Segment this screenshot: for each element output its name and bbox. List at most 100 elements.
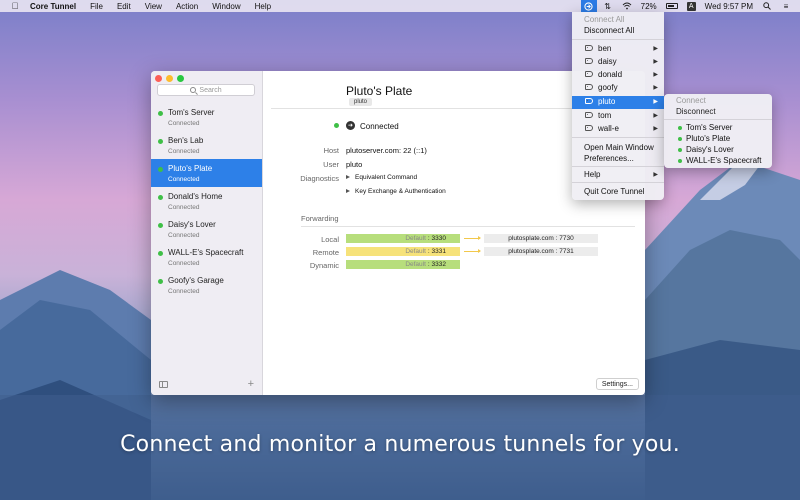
menu-disconnect-all[interactable]: Disconnect All [584, 26, 634, 35]
port-default-text: Default [405, 261, 426, 268]
server-item-toms-server[interactable]: Tom's Server Connected [151, 103, 262, 131]
user-value: pluto [346, 160, 363, 169]
core-tunnel-tray-icon[interactable] [580, 0, 597, 12]
divider [301, 226, 635, 227]
toggle-sidebar-icon[interactable] [159, 381, 168, 388]
menu-tag-tom[interactable]: tom [598, 111, 611, 120]
key-exchange-label: Key Exchange & Authentication [355, 188, 446, 195]
server-status: Connected [168, 204, 200, 211]
server-status: Connected [168, 148, 200, 155]
tag-icon [585, 71, 593, 77]
remote-endpoint-field[interactable]: plutosplate.com : 7731 [484, 247, 598, 256]
menu-preferences[interactable]: Preferences... [584, 154, 634, 163]
server-item-donalds-home[interactable]: Donald's Home Connected [151, 187, 262, 215]
menu-help[interactable]: Help [255, 2, 271, 11]
menu-connect-all[interactable]: Connect All [584, 15, 624, 24]
submenu-server-toms-server[interactable]: Tom's Server [686, 123, 732, 132]
server-item-wall-e-spacecraft[interactable]: WALL-E's Spacecraft Connected [151, 243, 262, 271]
menu-file[interactable]: File [90, 2, 103, 11]
battery-icon[interactable] [665, 3, 678, 9]
submenu-disconnect[interactable]: Disconnect [676, 107, 716, 116]
menu-tag-ben[interactable]: ben [598, 44, 611, 53]
apple-icon[interactable]:  [10, 1, 20, 11]
server-item-daisys-lover[interactable]: Daisy's Lover Connected [151, 215, 262, 243]
search-placeholder: Search [199, 86, 222, 94]
submenu-connect[interactable]: Connect [676, 96, 706, 105]
menu-tag-pluto[interactable]: pluto [598, 97, 615, 106]
menu-action[interactable]: Action [176, 2, 198, 11]
connection-status: Connected [360, 122, 399, 131]
equivalent-command-disclosure[interactable]: Equivalent Command [346, 174, 417, 181]
forward-row-label-local: Local [321, 235, 339, 244]
menu-edit[interactable]: Edit [117, 2, 131, 11]
status-dot-icon [158, 251, 163, 256]
clock[interactable]: Wed 9:57 PM [705, 2, 753, 11]
server-title: Pluto's Plate [346, 84, 413, 98]
status-dot-icon [158, 223, 163, 228]
input-source-icon[interactable]: A [686, 1, 696, 11]
submenu-arrow-icon: ▶ [653, 46, 658, 52]
server-list: Tom's Server Connected Ben's Lab Connect… [151, 103, 262, 299]
equivalent-command-label: Equivalent Command [355, 174, 418, 181]
local-port-field[interactable]: Default: 3330 [346, 234, 460, 243]
status-dot-icon [158, 167, 163, 172]
menu-separator [572, 137, 664, 138]
menu-help-item[interactable]: Help [584, 170, 600, 179]
search-input[interactable]: Search [157, 84, 255, 96]
server-tag-badge: pluto [349, 98, 373, 106]
submenu-arrow-icon: ▶ [653, 59, 658, 65]
host-value: plutoserver.com: 22 (::1) [346, 146, 427, 155]
minimize-button[interactable] [166, 75, 173, 82]
server-name: Ben's Lab [168, 136, 204, 145]
server-status: Connected [168, 232, 200, 239]
menu-separator [572, 39, 664, 40]
server-name: Donald's Home [168, 192, 223, 201]
server-status: Connected [168, 260, 200, 267]
submenu-server-daisys-lover[interactable]: Daisy's Lover [686, 145, 734, 154]
server-name: Goofy's Garage [168, 276, 224, 285]
menu-quit[interactable]: Quit Core Tunnel [584, 187, 644, 196]
menu-tag-goofy[interactable]: goofy [598, 83, 618, 92]
add-server-icon[interactable]: + [248, 378, 254, 390]
status-dot-icon [158, 139, 163, 144]
server-status: Connected [168, 288, 200, 295]
menu-open-main-window[interactable]: Open Main Window [584, 143, 654, 152]
submenu-arrow-icon: ▶ [653, 72, 658, 78]
window-controls [155, 75, 188, 82]
menu-tag-donald[interactable]: donald [598, 70, 622, 79]
server-item-goofys-garage[interactable]: Goofy's Garage Connected [151, 271, 262, 299]
submenu-server-plutos-plate[interactable]: Pluto's Plate [686, 134, 730, 143]
remote-port-field[interactable]: Default: 3331 [346, 247, 460, 256]
forwarding-label: Forwarding [301, 214, 339, 223]
forward-arrow-icon [464, 249, 481, 253]
close-button[interactable] [155, 75, 162, 82]
spotlight-icon[interactable] [762, 2, 772, 10]
server-item-plutos-plate[interactable]: Pluto's Plate Connected [151, 159, 262, 187]
menu-app-name[interactable]: Core Tunnel [30, 2, 76, 11]
dynamic-port-field[interactable]: Default: 3332 [346, 260, 460, 269]
remote-endpoint-field[interactable]: plutosplate.com : 7730 [484, 234, 598, 243]
network-icon[interactable]: ⇅ [603, 2, 613, 11]
notification-center-icon[interactable]: ≡ [781, 2, 791, 11]
main-window: Search Tom's Server Connected Ben's Lab … [151, 71, 645, 395]
menu-tag-daisy[interactable]: daisy [598, 57, 617, 66]
wifi-icon[interactable] [622, 2, 632, 10]
tag-icon [585, 58, 593, 64]
menu-view[interactable]: View [145, 2, 162, 11]
menu-separator [572, 182, 664, 183]
server-name: Pluto's Plate [168, 164, 213, 173]
port-number: : 3330 [427, 235, 446, 242]
connect-toggle-icon[interactable]: ➜ [346, 121, 355, 130]
server-name: Daisy's Lover [168, 220, 216, 229]
server-item-bens-lab[interactable]: Ben's Lab Connected [151, 131, 262, 159]
settings-button[interactable]: Settings... [595, 378, 639, 390]
key-exchange-disclosure[interactable]: Key Exchange & Authentication [346, 188, 446, 195]
submenu-arrow-icon: ▶ [653, 113, 658, 119]
disclosure-triangle-icon [346, 189, 350, 193]
submenu-server-wall-e-spacecraft[interactable]: WALL-E's Spacecraft [686, 156, 761, 165]
menu-window[interactable]: Window [212, 2, 240, 11]
status-dot-icon [678, 159, 682, 163]
zoom-button[interactable] [177, 75, 184, 82]
menu-tag-wall-e[interactable]: wall-e [598, 124, 619, 133]
search-icon [190, 87, 197, 93]
